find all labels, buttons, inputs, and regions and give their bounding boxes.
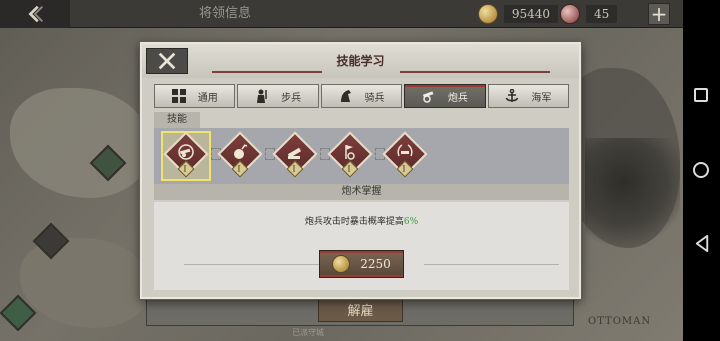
- artillery-icon: [422, 91, 434, 103]
- cavalry-icon: [340, 90, 351, 102]
- unit-type-tabs: 通用 步兵 骑兵 炮兵 海军: [154, 84, 570, 108]
- skill-detail-header: 炮术掌握: [154, 184, 569, 200]
- gold-counter: 95440: [478, 3, 558, 25]
- bomb-icon: [234, 144, 248, 159]
- skill-slot[interactable]: I: [382, 131, 428, 179]
- tab-label: 通用: [197, 92, 218, 104]
- page-title: 将领信息: [198, 6, 251, 21]
- title-divider: [400, 71, 550, 73]
- skill-description: 炮兵攻击时暴击概率提高6%: [154, 202, 569, 242]
- dismiss-general-button[interactable]: 解雇: [318, 299, 403, 322]
- status-caption: 已派守城: [292, 328, 324, 337]
- top-bar: 将领信息 95440 45 +: [0, 0, 683, 28]
- description-value: 6%: [403, 217, 419, 227]
- grid-icon: [171, 89, 186, 103]
- close-icon: [158, 52, 176, 70]
- wreath-cannon-icon: [397, 144, 413, 157]
- tab-infantry[interactable]: 步兵: [237, 84, 319, 108]
- skills-row: I I I I I: [154, 128, 569, 184]
- description-text: 炮兵攻击时暴击概率提高: [304, 217, 404, 227]
- add-currency-button[interactable]: +: [648, 3, 670, 25]
- gem-amount: 45: [586, 5, 618, 23]
- back-arrow-icon: [28, 5, 43, 23]
- flag-artillery-icon: [345, 145, 355, 160]
- skill-slot[interactable]: I: [272, 131, 318, 179]
- dialog-header: 技能学习: [142, 44, 579, 78]
- cost-amount: 2250: [360, 257, 391, 271]
- system-nav-bar: [683, 0, 720, 341]
- dialog-title: 技能学习: [336, 54, 385, 68]
- gold-coin-icon: [332, 255, 351, 273]
- tab-cavalry[interactable]: 骑兵: [320, 84, 403, 108]
- system-back-icon[interactable]: [693, 234, 712, 253]
- learn-cost-area: 2250: [154, 242, 569, 290]
- tab-label: 海军: [531, 92, 552, 104]
- divider: [184, 264, 319, 265]
- gem-counter: 45: [560, 3, 645, 25]
- close-button[interactable]: [146, 48, 188, 74]
- tab-label: 骑兵: [364, 92, 385, 104]
- learn-skill-button[interactable]: 2250: [319, 250, 404, 278]
- infantry-icon: [257, 89, 267, 103]
- tab-navy[interactable]: 海军: [487, 84, 570, 108]
- mortar-icon: [287, 147, 302, 159]
- skill-slot[interactable]: I: [327, 131, 373, 179]
- divider: [424, 264, 559, 265]
- tab-label: 步兵: [281, 92, 302, 104]
- home-icon[interactable]: [693, 162, 709, 178]
- gold-amount: 95440: [503, 5, 558, 23]
- title-divider: [212, 71, 322, 73]
- back-button[interactable]: [0, 0, 70, 28]
- skill-learning-dialog: 技能学习 通用 步兵 骑兵 炮兵 海军 技能 I I I I I 炮术掌握 炮兵…: [140, 42, 581, 299]
- recent-apps-icon[interactable]: [694, 88, 708, 102]
- tab-artillery[interactable]: 炮兵: [404, 84, 486, 108]
- skill-slot[interactable]: I: [161, 131, 211, 181]
- anchor-icon: [506, 89, 519, 102]
- medal-icon: [560, 4, 580, 24]
- skill-slot[interactable]: I: [217, 131, 263, 179]
- gold-coin-icon: [478, 4, 498, 24]
- tab-label: 炮兵: [447, 92, 468, 104]
- cannon-emblem-icon: [178, 144, 194, 160]
- tab-general[interactable]: 通用: [154, 84, 236, 108]
- plus-icon: +: [650, 2, 668, 26]
